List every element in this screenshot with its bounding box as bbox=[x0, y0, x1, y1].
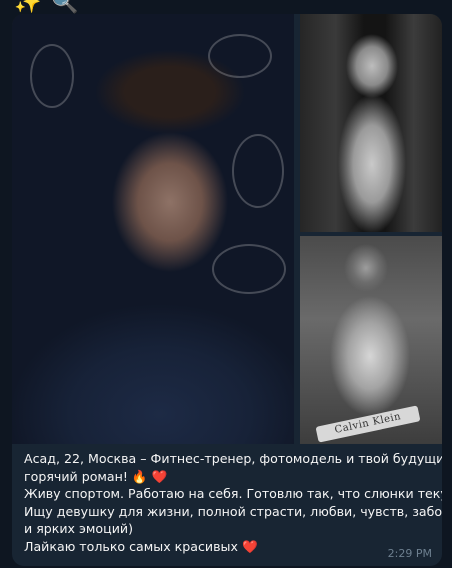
text-line: и ярких эмоций) bbox=[24, 521, 133, 537]
pattern-swirl bbox=[30, 44, 74, 108]
photo-album[interactable]: Calvin Klein bbox=[12, 14, 442, 444]
text-line-with-emoji: горячий роман! 🔥 ❤️ bbox=[24, 468, 430, 486]
text-line: Лайкаю только самых красивых bbox=[24, 538, 238, 554]
pattern-swirl bbox=[208, 34, 272, 78]
text-line: Асад, 22, Москва – Фитнес-тренер, фотомо… bbox=[24, 451, 442, 466]
photo-shirtless[interactable]: Calvin Klein bbox=[300, 236, 442, 444]
heart-icon: ❤️ bbox=[151, 468, 168, 484]
text-line: горячий роман! bbox=[24, 468, 128, 484]
pattern-swirl bbox=[212, 244, 286, 294]
text-line: Живу спортом. Работаю на себя. Готовлю т… bbox=[24, 486, 442, 502]
message-bubble: Calvin Klein Асад, 22, Москва – Фитнес-т… bbox=[12, 14, 442, 566]
photo-blazer[interactable] bbox=[300, 14, 442, 232]
sparkles-icon: ✨ bbox=[14, 0, 42, 15]
message-text: Асад, 22, Москва – Фитнес-тренер, фотомо… bbox=[24, 450, 442, 556]
message-time: 2:29 PM bbox=[387, 547, 432, 560]
top-emoji-row: ✨ 🔍 bbox=[14, 0, 79, 14]
waistband-logo: Calvin Klein bbox=[315, 405, 421, 443]
pattern-swirl bbox=[232, 134, 284, 208]
text-line: Ищу девушку для жизни, полной страсти, л… bbox=[24, 503, 442, 519]
heart-icon: ❤️ bbox=[241, 538, 258, 554]
magnifier-icon: 🔍 bbox=[51, 0, 79, 15]
text-line-with-emoji: Лайкаю только самых красивых ❤️ bbox=[24, 538, 430, 556]
portrait-photo[interactable] bbox=[12, 14, 294, 444]
fire-icon: 🔥 bbox=[131, 468, 148, 484]
